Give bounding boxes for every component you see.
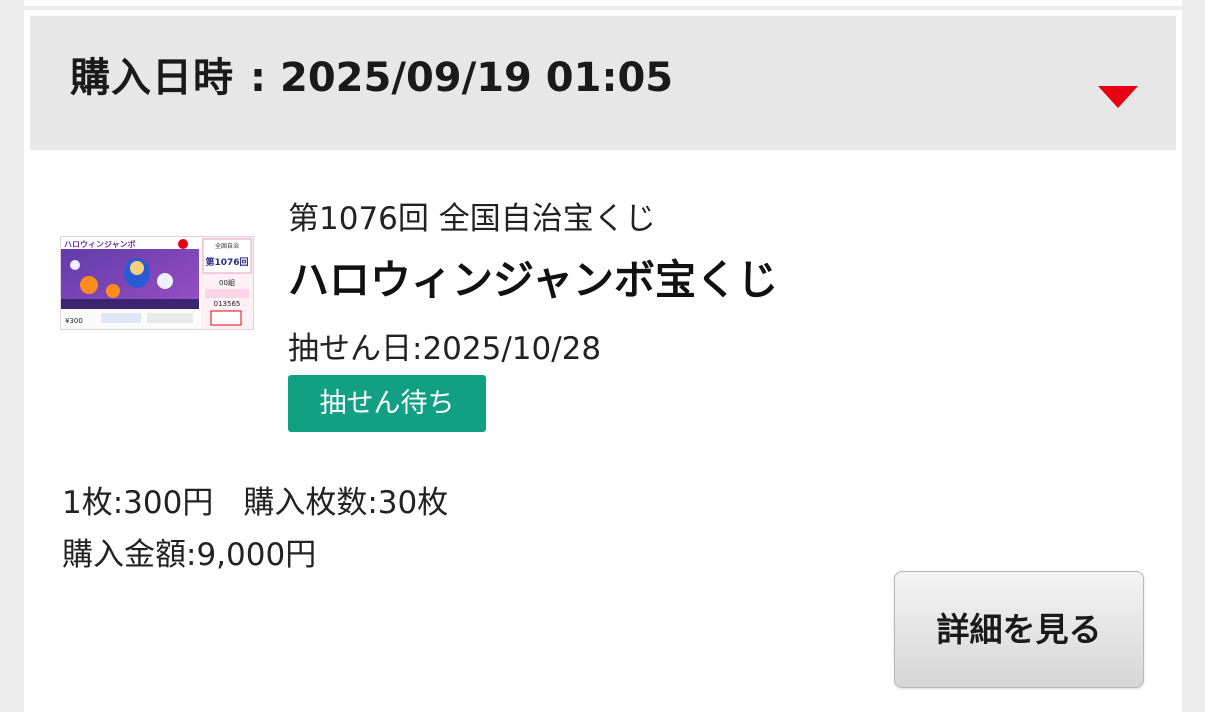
unit-price-label: 1枚: [62, 485, 124, 521]
total-amount-label: 購入金額: [62, 537, 197, 573]
ticket-serial-text: 013565 [214, 300, 241, 308]
draw-date-value: 2025/10/28 [422, 331, 602, 367]
purchase-datetime-separator: : [250, 55, 266, 101]
purchase-total-line: 購入金額:9,000円 [62, 529, 316, 574]
total-amount-value: 9,000円 [196, 537, 317, 573]
purchase-header[interactable]: 購入日時:2025/09/19 01:05 [30, 16, 1176, 150]
lottery-ticket-image: ハロウィンジャンボ 全国自治 第1076回 00組 013565 ¥300 [60, 236, 254, 330]
lottery-round: 第1076回 全国自治宝くじ [288, 201, 656, 237]
unit-price-value: 300円 [123, 485, 214, 521]
purchase-datetime-heading: 購入日時:2025/09/19 01:05 [70, 54, 673, 102]
draw-date: 抽せん日:2025/10/28 [288, 323, 601, 368]
ticket-group-text: 00組 [219, 278, 235, 287]
previous-card-edge [24, 0, 1182, 6]
ticket-count-label: 購入枚数: [243, 485, 378, 521]
ticket-price-text: ¥300 [65, 317, 83, 325]
ticket-series-text: 全国自治 [215, 242, 239, 250]
triangle-down-icon[interactable] [1098, 86, 1138, 108]
status-badge: 抽せん待ち [288, 375, 486, 432]
view-details-button[interactable]: 詳細を見る [894, 571, 1144, 688]
purchase-history-card: 購入日時:2025/09/19 01:05 ハロウィンジャンボ 全国自治 第10… [24, 10, 1182, 712]
draw-date-label: 抽せん日: [288, 331, 423, 367]
purchase-datetime-label: 購入日時 [70, 55, 234, 101]
ticket-banner-text: ハロウィンジャンボ [64, 239, 136, 249]
purchase-datetime-value: 2025/09/19 01:05 [280, 55, 674, 101]
ticket-count-value: 30枚 [377, 485, 449, 521]
ticket-round-text: 第1076回 [205, 256, 248, 268]
lottery-name: ハロウィンジャンボ宝くじ [288, 256, 778, 304]
purchase-summary-line: 1枚:300円 購入枚数:30枚 [62, 477, 448, 522]
